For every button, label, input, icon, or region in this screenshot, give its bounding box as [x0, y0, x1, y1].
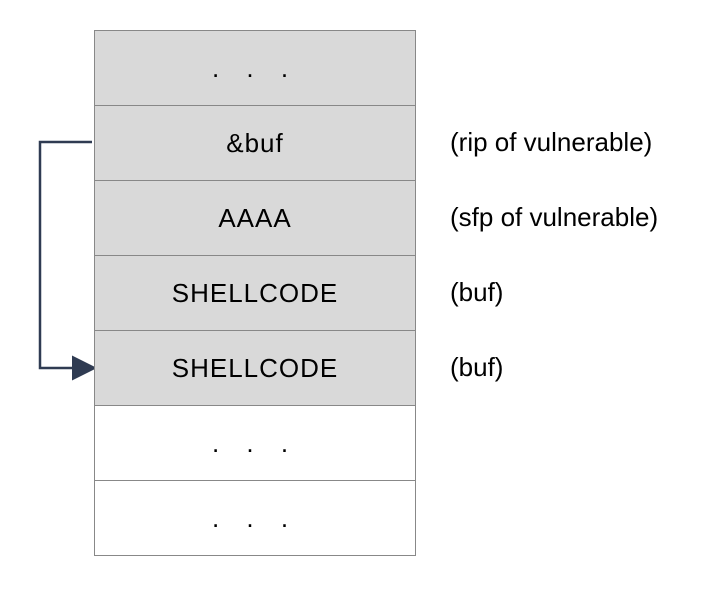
stack-cell-buf: SHELLCODE	[95, 331, 415, 406]
stack-cell-sfp: AAAA	[95, 181, 415, 256]
annotation-sfp: (sfp of vulnerable)	[450, 180, 658, 254]
stack-cell: . . .	[95, 31, 415, 106]
stack-cell-buf: SHELLCODE	[95, 256, 415, 331]
stack-cell: . . .	[95, 406, 415, 481]
stack-column: . . . &buf AAAA SHELLCODE SHELLCODE . . …	[94, 30, 416, 556]
return-pointer-arrow	[20, 30, 94, 560]
stack-cell: . . .	[95, 481, 415, 556]
annotation-buf: (buf)	[450, 330, 503, 404]
stack-diagram: . . . &buf AAAA SHELLCODE SHELLCODE . . …	[20, 30, 707, 560]
stack-cell-rip: &buf	[95, 106, 415, 181]
annotation-buf: (buf)	[450, 255, 503, 329]
annotation-rip: (rip of vulnerable)	[450, 105, 652, 179]
